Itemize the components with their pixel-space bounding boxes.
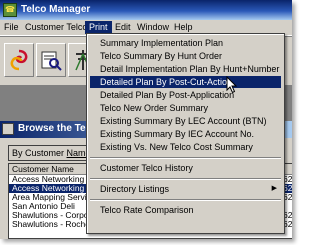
print-menu-item[interactable]: Telco Summary By Hunt Order [90, 50, 281, 62]
print-menu-item[interactable]: Telco Rate Comparison [90, 204, 281, 216]
print-menu-item[interactable]: Telco New Order Summary [90, 102, 281, 114]
toolbar-button-1[interactable] [4, 43, 34, 77]
cell-customer-name: Access Networking [12, 184, 85, 193]
app-icon[interactable]: ☎ [3, 3, 17, 17]
tab-label-prefix: By Customer [12, 148, 67, 158]
cell-customer-name: Access Networking [12, 175, 85, 184]
print-menu-item[interactable]: Customer Telco History [90, 162, 281, 174]
print-menu-dropdown: Summary Implementation Plan Telco Summary… [86, 33, 285, 234]
print-menu-item-label: Existing Vs. New Telco Cost Summary [100, 142, 253, 152]
print-menu-item-label: Detail Implementation Plan By Hunt+Numbe… [100, 64, 280, 74]
print-menu-item[interactable]: Existing Summary By LEC Account (BTN) [90, 115, 281, 127]
print-menu-item[interactable]: Detailed Plan By Post-Application [90, 89, 281, 101]
print-menu-item-label: Summary Implementation Plan [100, 38, 224, 48]
print-menu-item[interactable]: Existing Vs. New Telco Cost Summary [90, 141, 281, 153]
mouse-cursor-icon [226, 76, 238, 94]
swirl-icon [10, 49, 28, 71]
window-title: Telco Manager [21, 4, 91, 15]
title-bar[interactable]: ☎ Telco Manager [0, 0, 292, 20]
tab-by-customer-name[interactable]: By Customer Name [8, 145, 95, 161]
menu-separator [90, 178, 281, 180]
print-menu-item[interactable]: Directory Listings ▶ [90, 183, 281, 195]
print-menu-item-label: Telco Rate Comparison [100, 205, 194, 215]
inspect-icon [41, 51, 62, 71]
print-menu-item-label: Existing Summary By IEC Account No. [100, 129, 255, 139]
menu-file[interactable]: File [0, 21, 23, 34]
print-menu-item-label: Customer Telco History [100, 163, 193, 173]
window-icon[interactable] [2, 123, 14, 135]
print-menu-item-label: Telco Summary By Hunt Order [100, 51, 223, 61]
toolbar-button-2[interactable] [36, 43, 66, 77]
print-menu-item[interactable]: Detailed Plan By Post-Cut-Action [90, 76, 281, 88]
menu-separator [90, 199, 281, 201]
print-menu-item-label: Existing Summary By LEC Account (BTN) [100, 116, 267, 126]
print-menu-item-label: Telco New Order Summary [100, 103, 209, 113]
menu-separator [90, 157, 281, 159]
print-menu-item[interactable]: Existing Summary By IEC Account No. [90, 128, 281, 140]
print-menu-item-label: Detailed Plan By Post-Cut-Action [100, 77, 233, 87]
app-window: ☎ Telco Manager File Customer Telco Prin… [0, 0, 292, 239]
submenu-arrow-icon: ▶ [271, 185, 277, 192]
print-menu-item[interactable]: Detail Implementation Plan By Hunt+Numbe… [90, 63, 281, 75]
cell-customer-name: San Antonio Deli [12, 202, 75, 211]
print-menu-item[interactable]: Summary Implementation Plan [90, 37, 281, 49]
print-menu-item-label: Detailed Plan By Post-Application [100, 90, 235, 100]
menu-customer-telco[interactable]: Customer Telco [21, 21, 91, 34]
print-menu-item-label: Directory Listings [100, 184, 170, 194]
